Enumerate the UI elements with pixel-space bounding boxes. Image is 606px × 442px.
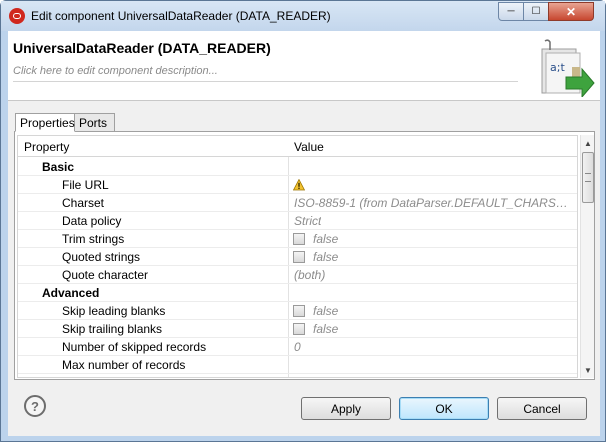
row-name: Data policy — [62, 214, 122, 228]
property-row[interactable]: Charset ISO-8859-1 (from DataParser.DEFA… — [18, 194, 577, 212]
help-icon[interactable]: ? — [24, 395, 46, 417]
row-name: Skip trailing blanks — [62, 322, 163, 336]
row-name: Basic — [42, 160, 75, 174]
dialog-window: Edit component UniversalDataReader (DATA… — [0, 0, 606, 442]
scrollbar-thumb[interactable] — [582, 152, 594, 203]
property-row[interactable]: Quoted strings false — [18, 248, 577, 266]
property-row[interactable]: Data policy Strict — [18, 212, 577, 230]
row-name: Skip leading blanks — [62, 304, 166, 318]
column-header-value[interactable]: Value — [294, 140, 324, 154]
checkbox[interactable] — [293, 323, 305, 335]
window-title: Edit component UniversalDataReader (DATA… — [31, 9, 331, 23]
row-value: ISO-8859-1 (from DataParser.DEFAULT_CHAR… — [294, 196, 574, 210]
row-value: Strict — [294, 214, 322, 228]
row-name: Advanced — [42, 286, 100, 300]
title-bar[interactable]: Edit component UniversalDataReader (DATA… — [1, 1, 605, 31]
row-value: 0 — [294, 340, 301, 354]
scroll-up-arrow-icon[interactable]: ▲ — [582, 136, 594, 150]
properties-panel: Property Value Basic File URL Charset IS… — [14, 131, 595, 380]
row-value: false — [313, 304, 339, 318]
minimize-button[interactable]: ─ — [498, 2, 524, 21]
checkbox[interactable] — [293, 251, 305, 263]
cancel-button[interactable]: Cancel — [497, 397, 587, 420]
row-value: false — [313, 232, 339, 246]
grid-header: Property Value — [18, 136, 577, 157]
component-description[interactable]: Click here to edit component description… — [13, 65, 218, 77]
row-name: Trim strings — [62, 232, 125, 246]
maximize-button[interactable]: ☐ — [523, 2, 549, 21]
app-logo-icon — [9, 8, 25, 24]
reader-component-icon: a;t — [541, 39, 595, 97]
close-button[interactable]: ✕ — [548, 2, 594, 21]
row-name: Quote character — [62, 268, 149, 282]
scroll-down-arrow-icon[interactable]: ▼ — [582, 363, 594, 377]
property-row[interactable]: Quote character (both) — [18, 266, 577, 284]
row-name: Quoted strings — [62, 250, 141, 264]
tab-ports[interactable]: Ports — [75, 113, 115, 132]
checkbox[interactable] — [293, 233, 305, 245]
row-value: false — [313, 250, 339, 264]
group-row-advanced[interactable]: Advanced — [18, 284, 577, 302]
property-row[interactable]: File URL — [18, 176, 577, 194]
checkbox[interactable] — [293, 305, 305, 317]
column-header-property[interactable]: Property — [24, 140, 69, 154]
row-value: false — [313, 322, 339, 336]
component-header: UniversalDataReader (DATA_READER) Click … — [8, 31, 600, 101]
row-name: File URL — [62, 178, 109, 192]
property-row[interactable]: Number of skipped records 0 — [18, 338, 577, 356]
row-name: Max number of records — [62, 358, 186, 372]
component-title: UniversalDataReader (DATA_READER) — [13, 40, 271, 56]
row-name: Number of skipped records — [62, 340, 207, 354]
properties-grid: Property Value Basic File URL Charset IS… — [17, 135, 578, 378]
apply-button[interactable]: Apply — [301, 397, 391, 420]
tab-properties[interactable]: Properties — [15, 113, 75, 132]
property-row[interactable]: Trim strings false — [18, 230, 577, 248]
svg-text:a;t: a;t — [550, 61, 565, 74]
ok-button[interactable]: OK — [399, 397, 489, 420]
warning-icon — [293, 179, 305, 191]
vertical-scrollbar[interactable]: ▲ ▼ — [580, 135, 594, 378]
property-row[interactable]: Max number of records — [18, 356, 577, 374]
property-row[interactable]: Skip trailing blanks false — [18, 320, 577, 338]
header-divider — [13, 81, 518, 82]
row-value: (both) — [294, 268, 326, 282]
row-name: Charset — [62, 196, 105, 210]
group-row-basic[interactable]: Basic — [18, 158, 577, 176]
dialog-content: UniversalDataReader (DATA_READER) Click … — [8, 31, 600, 436]
property-row[interactable]: Skip leading blanks false — [18, 302, 577, 320]
